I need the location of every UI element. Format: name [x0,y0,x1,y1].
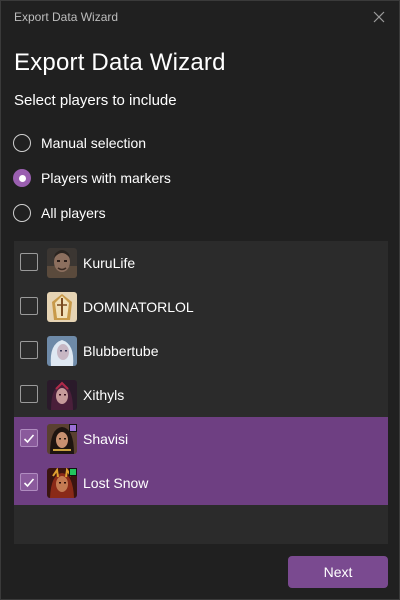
player-row-dominatorlol[interactable]: DOMINATORLOL [14,285,388,329]
player-name: Blubbertube [83,343,159,359]
window-title: Export Data Wizard [14,10,119,24]
player-checkbox[interactable] [20,297,38,315]
player-row-blubbertube[interactable]: Blubbertube [14,329,388,373]
wizard-window: Export Data Wizard Export Data Wizard Se… [0,0,400,600]
page-title: Export Data Wizard [14,49,226,76]
next-button[interactable]: Next [288,556,388,588]
player-name: KuruLife [83,255,136,271]
radio-circle-selected [13,169,31,187]
radio-all-players[interactable]: All players [13,202,106,224]
player-row-kurulife[interactable]: KuruLife [14,241,388,285]
player-name: Xithyls [83,387,125,403]
player-marker [69,468,77,476]
checkmark-icon [23,478,35,488]
player-checkbox[interactable] [20,385,38,403]
player-row-shavisi[interactable]: Shavisi [14,417,388,461]
player-list[interactable]: KuruLife DOMINATORLOL Blubbertube Xithyl… [14,241,388,544]
player-row-lost-snow[interactable]: Lost Snow [14,461,388,505]
player-checkbox-checked[interactable] [20,473,38,491]
player-checkbox-checked[interactable] [20,429,38,447]
player-checkbox[interactable] [20,253,38,271]
player-name: DOMINATORLOL [83,299,194,315]
radio-circle [13,204,31,222]
radio-label: All players [41,205,106,221]
radio-players-with-markers[interactable]: Players with markers [13,167,171,189]
radio-manual-selection[interactable]: Manual selection [13,132,146,154]
player-checkbox[interactable] [20,341,38,359]
hero-portrait-golden-helm-icon [47,292,77,322]
hero-portrait-white-hair-icon [47,336,77,366]
player-name: Shavisi [83,431,129,447]
hero-portrait-dark-sorceress-icon [47,380,77,410]
close-icon [373,11,385,23]
checkmark-icon [23,434,35,444]
close-button[interactable] [368,6,390,28]
hero-portrait-dark-armored-icon [47,248,77,278]
player-marker [69,424,77,432]
radio-circle [13,134,31,152]
radio-label: Manual selection [41,135,147,151]
section-subtitle: Select players to include [14,92,177,109]
player-row-xithyls[interactable]: Xithyls [14,373,388,417]
title-bar: Export Data Wizard [1,1,399,34]
radio-label: Players with markers [41,170,171,186]
player-name: Lost Snow [83,475,149,491]
